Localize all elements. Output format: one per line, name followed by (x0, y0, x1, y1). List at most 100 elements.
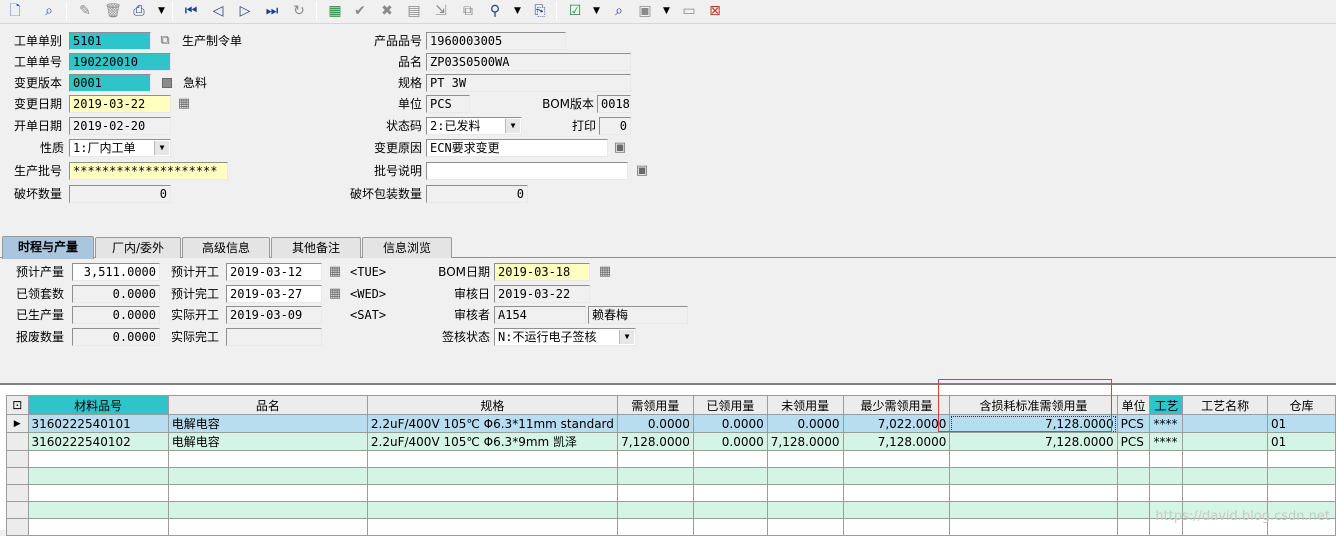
product-name-field[interactable]: ZP03S0500WA (426, 53, 631, 71)
cell-name[interactable]: 电解电容 (167, 432, 368, 451)
bom-version-field[interactable]: 0018 (597, 95, 631, 113)
col-header-material-no[interactable]: 材料品号 (27, 395, 169, 415)
empty-row[interactable] (6, 484, 1336, 502)
col-header-spec[interactable]: 规格 (366, 395, 618, 415)
open-date-field[interactable]: 2019-02-20 (69, 117, 171, 135)
checklist-dropdown-icon[interactable]: ▼ (592, 5, 601, 17)
cell-spec[interactable]: 2.2uF/400V 105℃ Φ6.3*9mm 凯泽 (366, 432, 618, 451)
cell-material-no[interactable]: 3160222540102 (27, 432, 169, 451)
cell-unissued-qty[interactable]: 7,128.0000 (766, 432, 844, 451)
cell-std-required-qty-with-loss[interactable]: 7,128.0000 (949, 432, 1118, 451)
cell-material-no[interactable]: 3160222540101 (27, 414, 169, 433)
nature-select[interactable]: 1:厂内工单 ▼ (69, 139, 171, 157)
cell-unissued-qty[interactable]: 0.0000 (766, 414, 844, 433)
print-count-field[interactable]: 0 (599, 117, 631, 135)
cell-unit[interactable]: PCS (1116, 432, 1151, 451)
received-sets-field[interactable]: 0.0000 (72, 285, 160, 303)
cell-process-name[interactable] (1182, 432, 1268, 451)
tab-schedule[interactable]: 时程与产量 (2, 236, 94, 259)
lookup-icon[interactable]: ⧉ (157, 33, 173, 49)
col-header-process-name[interactable]: 工艺名称 (1182, 395, 1268, 415)
find-icon[interactable]: ⌕ (40, 2, 58, 20)
calendar-icon[interactable]: ▦ (597, 264, 613, 280)
col-header-process[interactable]: 工艺 (1149, 395, 1184, 415)
col-header-unissued-qty[interactable]: 未领用量 (766, 395, 844, 415)
reviewer-code-field[interactable]: A154 (494, 306, 586, 324)
attach-icon[interactable]: ⎘ (531, 2, 549, 20)
report-icon[interactable]: ▣ (636, 2, 654, 20)
plan-end-field[interactable]: 2019-03-27 (226, 285, 322, 303)
actual-start-field[interactable]: 2019-03-09 (226, 306, 322, 324)
status-select[interactable]: 2:已发料 ▼ (426, 117, 522, 135)
cell-min-required-qty[interactable]: 7,128.0000 (842, 432, 951, 451)
review-date-field[interactable]: 2019-03-22 (494, 285, 590, 303)
cell-issued-qty[interactable]: 0.0000 (692, 414, 768, 433)
cancel-x-icon[interactable]: ✖ (378, 2, 396, 20)
tab-info-browse[interactable]: 信息浏览 (362, 237, 452, 258)
col-header-issued-qty[interactable]: 已领用量 (692, 395, 768, 415)
last-record-icon[interactable]: ⏭ (263, 2, 281, 20)
order-no-field[interactable]: 190220010 (69, 53, 171, 71)
print-icon[interactable]: ⎙ (130, 2, 148, 20)
col-header-name[interactable]: 品名 (167, 395, 368, 415)
bom-date-field[interactable]: 2019-03-18 (494, 263, 590, 281)
planned-qty-field[interactable]: 3,511.0000 (72, 263, 160, 281)
cell-process[interactable]: **** (1149, 414, 1184, 433)
scrap-field[interactable]: 0.0000 (72, 328, 160, 346)
empty-row[interactable] (6, 501, 1336, 519)
preview-icon[interactable]: ⌕ (610, 2, 628, 20)
cell-process-name[interactable] (1182, 414, 1268, 433)
new-doc-icon[interactable]: 🗋 (6, 2, 24, 20)
print-dropdown-icon[interactable]: ▼ (157, 5, 166, 17)
memo-icon[interactable]: ▣ (612, 140, 628, 156)
calendar-icon[interactable]: ▦ (327, 286, 343, 302)
delete-icon[interactable]: 🗑 (104, 2, 122, 20)
col-header-required-qty[interactable]: 需领用量 (616, 395, 694, 415)
actual-end-field[interactable] (226, 328, 322, 346)
chevron-down-icon[interactable]: ▼ (154, 141, 169, 155)
cell-unit[interactable]: PCS (1116, 414, 1151, 433)
first-record-icon[interactable]: ⏮ (182, 2, 200, 20)
checklist-icon[interactable]: ☑ (566, 2, 584, 20)
col-header-warehouse[interactable]: 仓库 (1266, 395, 1336, 415)
change-version-field[interactable]: 0001 (69, 74, 151, 92)
chevron-down-icon[interactable]: ▼ (619, 330, 634, 344)
cell-process[interactable]: **** (1149, 432, 1184, 451)
batch-no-field[interactable]: ******************** (69, 162, 228, 180)
plan-start-field[interactable]: 2019-03-12 (226, 263, 322, 281)
prev-record-icon[interactable]: ◁ (209, 2, 227, 20)
chevron-down-icon[interactable]: ▼ (505, 119, 520, 133)
cell-required-qty[interactable]: 7,128.0000 (616, 432, 694, 451)
folder-icon[interactable]: ▭ (680, 2, 698, 20)
cell-issued-qty[interactable]: 0.0000 (692, 432, 768, 451)
damage-pack-field[interactable]: 0 (426, 185, 528, 203)
refresh-icon[interactable]: ↻ (290, 2, 308, 20)
report-dropdown-icon[interactable]: ▼ (662, 5, 671, 17)
empty-row[interactable] (6, 450, 1336, 468)
tab-inhouse-outsource[interactable]: 厂内/委外 (95, 237, 181, 258)
table-row[interactable]: 3160222540102 电解电容 2.2uF/400V 105℃ Φ6.3*… (6, 432, 1336, 451)
cell-warehouse[interactable]: 01 (1266, 414, 1336, 433)
empty-row[interactable] (6, 518, 1336, 536)
calendar-icon[interactable]: ▦ (327, 264, 343, 280)
export-icon[interactable]: ⇲ (432, 2, 450, 20)
next-record-icon[interactable]: ▷ (236, 2, 254, 20)
cell-min-required-qty[interactable]: 7,022.0000 (842, 414, 951, 433)
tab-other-notes[interactable]: 其他备注 (271, 237, 361, 258)
grid-corner-icon[interactable]: ⊡ (6, 395, 29, 415)
copy-icon[interactable]: ⧉ (459, 2, 477, 20)
empty-row[interactable] (6, 467, 1336, 485)
spec-field[interactable]: PT 3W (426, 74, 631, 92)
product-no-field[interactable]: 1960003005 (426, 32, 566, 50)
confirm-check-icon[interactable]: ✔ (351, 2, 369, 20)
batch-desc-field[interactable] (426, 162, 628, 180)
cell-warehouse[interactable]: 01 (1266, 432, 1336, 451)
edit-icon[interactable]: ✎ (76, 2, 94, 20)
memo-icon[interactable]: ▣ (634, 163, 650, 179)
query-icon[interactable]: ⚲ (486, 2, 504, 20)
col-header-min-required-qty[interactable]: 最少需领用量 (842, 395, 951, 415)
damage-qty-field[interactable]: 0 (69, 185, 171, 203)
unit-field[interactable]: PCS (426, 95, 470, 113)
sign-status-select[interactable]: N:不运行电子签核 ▼ (494, 328, 636, 346)
calculator-icon[interactable]: ▦ (326, 2, 344, 20)
